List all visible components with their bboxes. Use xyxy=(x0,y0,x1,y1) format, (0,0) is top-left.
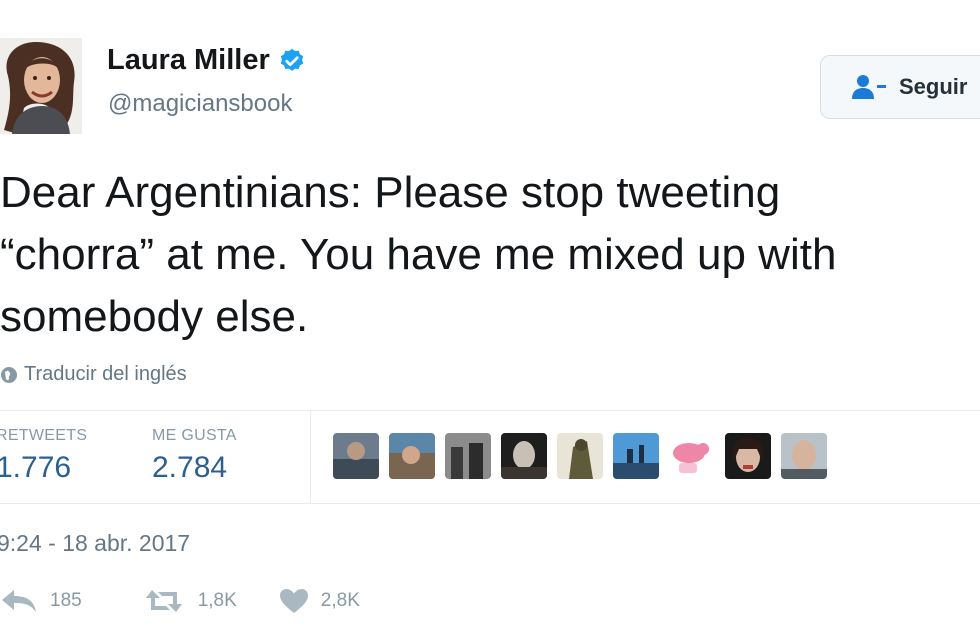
liker-avatar-image xyxy=(781,433,827,479)
heart-icon xyxy=(279,589,308,613)
user-handle[interactable]: @magiciansbook xyxy=(108,90,292,118)
tweet-timestamp[interactable]: 9:24 - 18 abr. 2017 xyxy=(0,530,190,557)
avatar-image xyxy=(0,38,82,134)
stats-divider xyxy=(310,411,311,503)
user-avatar[interactable] xyxy=(0,38,82,134)
like-count: 2,8K xyxy=(320,590,360,611)
verified-badge-icon xyxy=(280,48,303,71)
liker-avatar[interactable] xyxy=(501,433,547,479)
liker-avatar[interactable] xyxy=(725,433,771,479)
liker-avatars xyxy=(333,433,827,479)
liker-avatar[interactable] xyxy=(613,433,659,479)
likes-label: ME GUSTA xyxy=(152,427,237,444)
tweet-line: somebody else. xyxy=(0,292,309,341)
liker-avatar-image xyxy=(445,433,491,479)
liker-avatar-image xyxy=(725,433,771,479)
tweet-text: Dear Argentinians: Please stop tweeting … xyxy=(0,162,980,348)
like-button[interactable]: 2,8K xyxy=(279,588,360,614)
follow-user-icon xyxy=(852,75,886,99)
tweet-stats: RETWEETS 1.776 ME GUSTA 2.784 xyxy=(0,410,980,504)
liker-avatar-image xyxy=(669,433,715,479)
liker-avatar[interactable] xyxy=(389,433,435,479)
translate-link[interactable]: Traducir del inglés xyxy=(0,363,187,386)
liker-avatar-image xyxy=(389,433,435,479)
translate-label: Traducir del inglés xyxy=(24,363,187,385)
globe-icon xyxy=(1,366,17,383)
follow-button[interactable]: Seguir xyxy=(820,55,980,119)
liker-avatar-image xyxy=(613,433,659,479)
reply-button[interactable]: 185 xyxy=(0,588,82,614)
retweet-icon xyxy=(145,590,182,612)
liker-avatar-image xyxy=(557,433,603,479)
liker-avatar[interactable] xyxy=(333,433,379,479)
display-name-text: Laura Miller xyxy=(107,44,270,76)
tweet-line: Dear Argentinians: Please stop tweeting xyxy=(0,168,781,217)
retweets-count: 1.776 xyxy=(0,451,72,484)
reply-count: 185 xyxy=(50,590,82,611)
reply-icon xyxy=(2,590,36,612)
liker-avatar[interactable] xyxy=(669,433,715,479)
liker-avatar[interactable] xyxy=(781,433,827,479)
liker-avatar-image xyxy=(501,433,547,479)
retweet-button[interactable]: 1,8K xyxy=(142,588,237,614)
tweet-actions: 185 1,8K 2,8K xyxy=(0,588,360,614)
display-name[interactable]: Laura Miller xyxy=(107,44,306,77)
liker-avatar-image xyxy=(333,433,379,479)
follow-button-label: Seguir xyxy=(899,74,968,99)
retweets-stat[interactable]: RETWEETS 1.776 xyxy=(0,427,87,485)
tweet-line: “chorra” at me. You have me mixed up wit… xyxy=(0,230,837,279)
likes-count: 2.784 xyxy=(152,451,228,484)
retweet-count: 1,8K xyxy=(197,590,237,611)
likes-stat[interactable]: ME GUSTA 2.784 xyxy=(152,427,237,485)
retweets-label: RETWEETS xyxy=(0,427,88,444)
liker-avatar[interactable] xyxy=(445,433,491,479)
liker-avatar[interactable] xyxy=(557,433,603,479)
